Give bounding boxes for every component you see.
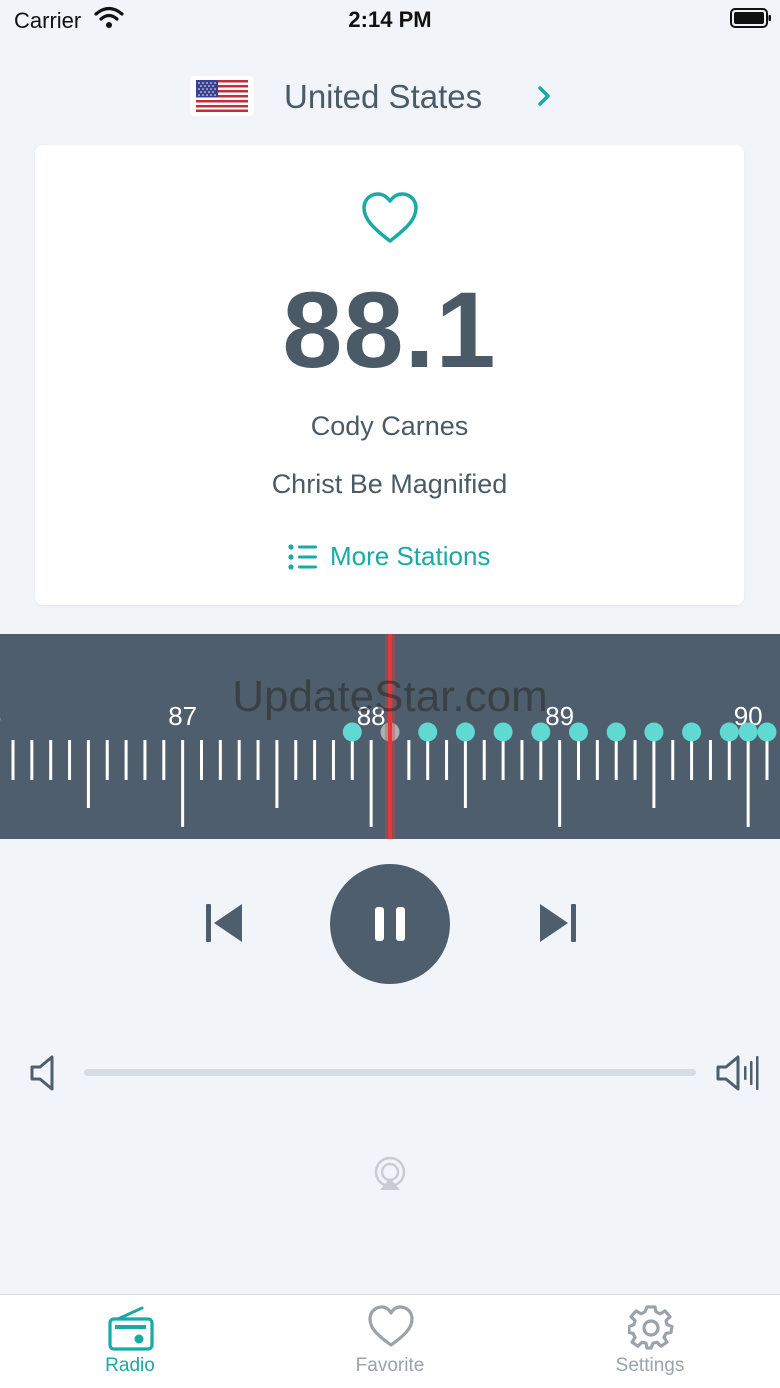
station-dot [644, 722, 664, 742]
playback-controls [0, 862, 780, 986]
station-dot [738, 722, 758, 742]
station-dot [606, 722, 626, 742]
station-dot [455, 722, 475, 742]
station-dot [757, 722, 777, 742]
station-dot [569, 722, 588, 742]
radio-icon [108, 1305, 154, 1356]
battery-icon [730, 8, 771, 28]
next-station-button[interactable] [536, 900, 582, 951]
status-bar: Carrier 2:14 PM [0, 0, 780, 40]
status-time: 2:14 PM [348, 7, 432, 32]
country-name: United States [284, 78, 483, 115]
volume-control [0, 1050, 780, 1100]
watermark: UpdateStar.com [232, 672, 548, 721]
station-dot [342, 722, 362, 742]
country-selector[interactable]: United States [0, 70, 780, 126]
artist-name: Cody Carnes [310, 411, 469, 441]
station-dot [493, 722, 513, 742]
skip-back-icon [206, 904, 242, 942]
tuner-scale[interactable]: 687888990 [0, 634, 780, 839]
favorite-heart-icon[interactable] [361, 191, 419, 250]
list-icon [287, 543, 319, 576]
heart-icon [368, 1305, 414, 1354]
chevron-right-icon [534, 82, 554, 115]
tab-favorite-label: Favorite [355, 1355, 425, 1376]
station-dot [719, 722, 739, 742]
tab-bar: Radio Favorite Settings [0, 1294, 780, 1388]
station-dot [418, 722, 438, 742]
tab-settings-label: Settings [615, 1355, 685, 1376]
station-dot [531, 722, 551, 742]
volume-high-icon [714, 1052, 762, 1099]
play-pause-button[interactable] [330, 864, 450, 984]
tuner-needle [388, 634, 392, 839]
gear-icon [627, 1305, 674, 1356]
us-flag-icon [190, 76, 254, 116]
frequency-tuner[interactable]: 687888990 [0, 634, 780, 839]
volume-low-icon [28, 1052, 60, 1099]
tab-settings[interactable]: Settings [550, 1295, 750, 1388]
song-title: Christ Be Magnified [271, 469, 508, 499]
pause-icon [375, 907, 405, 941]
airplay-icon[interactable] [372, 1156, 408, 1197]
station-frequency: 88.1 [282, 269, 497, 390]
volume-slider[interactable] [84, 1069, 696, 1076]
station-dot [682, 722, 702, 742]
skip-forward-icon [540, 904, 576, 942]
tab-favorite[interactable]: Favorite [290, 1295, 490, 1388]
tab-radio-label: Radio [105, 1355, 155, 1376]
previous-station-button[interactable] [200, 900, 246, 951]
more-stations-label: More Stations [330, 541, 491, 571]
tab-radio[interactable]: Radio [30, 1295, 230, 1388]
station-card: 88.1 Cody Carnes Christ Be Magnified Mor… [35, 145, 744, 605]
